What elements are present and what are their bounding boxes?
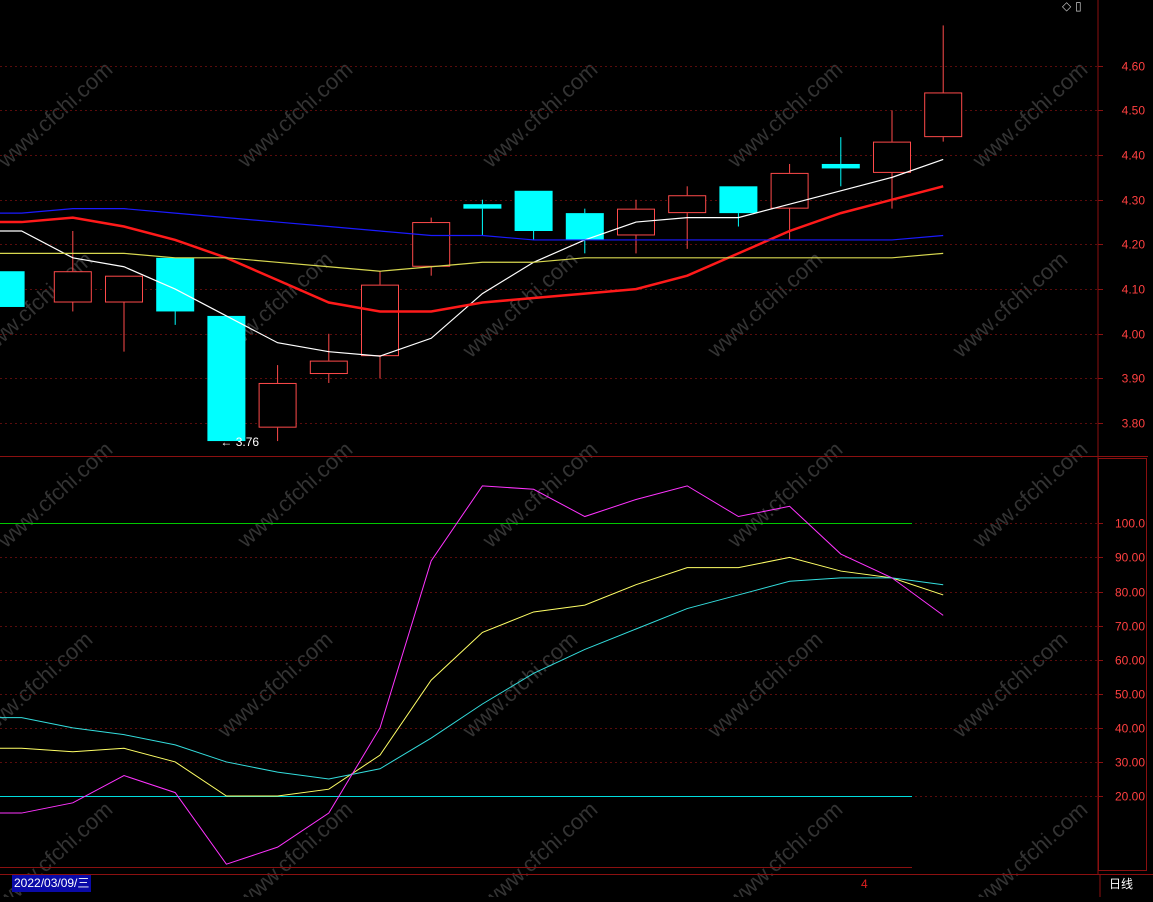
candle-body-up xyxy=(668,195,707,214)
kdj-line-k xyxy=(0,556,944,797)
candle-body-down xyxy=(821,163,860,169)
period-tab[interactable]: 日线 xyxy=(1109,876,1133,892)
stock-chart[interactable]: www.cfchi.com www.cfchi.com www.cfchi.com w… xyxy=(0,0,1153,902)
ma-line-blue xyxy=(0,208,944,241)
candle xyxy=(156,257,195,325)
indicator-tick-label: 100.0 xyxy=(1115,517,1145,531)
indicator-tick-label: 40.00 xyxy=(1115,722,1145,736)
price-tick-label: 4.50 xyxy=(1122,104,1146,118)
candle xyxy=(53,231,92,312)
candle xyxy=(514,190,553,240)
watermark-layer: www.cfchi.com www.cfchi.com www.cfchi.com w… xyxy=(0,56,1093,902)
indicator-tick-label: 50.00 xyxy=(1115,688,1145,702)
candle-body-up xyxy=(412,222,451,267)
candle xyxy=(361,271,399,379)
candle xyxy=(105,275,143,352)
watermark-text: www.cfchi.com xyxy=(232,796,358,897)
candle-body-down xyxy=(207,315,246,442)
watermark-text: www.cfchi.com xyxy=(0,436,117,553)
watermark-text: www.cfchi.com xyxy=(212,626,338,743)
watermark-text: www.cfchi.com xyxy=(0,626,97,743)
price-tick-label: 4.20 xyxy=(1122,238,1146,252)
candle-body-down xyxy=(156,257,195,312)
candle xyxy=(258,365,297,442)
watermark-text: www.cfchi.com xyxy=(722,436,848,553)
watermark-text: www.cfchi.com xyxy=(702,626,828,743)
watermark-text: www.cfchi.com xyxy=(702,246,828,363)
square-icon[interactable]: ▯ xyxy=(1075,0,1082,13)
price-tick-label: 4.60 xyxy=(1122,60,1146,74)
kdj-line-d xyxy=(0,577,944,780)
price-tick-label: 4.30 xyxy=(1122,194,1146,208)
kdj-lines xyxy=(0,485,944,865)
low-price-annotation: ← 3.76 xyxy=(220,435,259,449)
indicator-tick-label: 20.00 xyxy=(1115,790,1145,804)
candle-body-down xyxy=(463,204,502,209)
indicator-gridlines: 20.00 30.00 40.00 50.00 60.00 70.00 80.00 90.00… xyxy=(0,517,1145,804)
candle-body-up xyxy=(258,382,297,428)
price-tick-label: 4.00 xyxy=(1122,328,1146,342)
watermark-text: www.cfchi.com xyxy=(947,626,1073,743)
price-tick-label: 4.10 xyxy=(1122,283,1146,297)
candle-body-up xyxy=(770,172,809,209)
watermark-text: www.cfchi.com xyxy=(457,626,583,743)
candle xyxy=(0,271,25,307)
candle-body-up xyxy=(873,141,911,173)
price-tick-label: 3.90 xyxy=(1122,372,1146,386)
price-tick-label: 4.40 xyxy=(1122,149,1146,163)
candle-body-up xyxy=(53,271,92,303)
kdj-line-j xyxy=(0,485,944,865)
candle xyxy=(565,208,604,254)
chart-canvas[interactable]: www.cfchi.com www.cfchi.com www.cfchi.com w… xyxy=(0,0,1153,902)
candle xyxy=(873,110,911,209)
date-label: 2022/03/09/三 xyxy=(12,875,92,892)
candle xyxy=(463,199,502,236)
candle-body-up xyxy=(309,360,348,375)
watermark-text: www.cfchi.com xyxy=(232,436,358,553)
watermark-text: www.cfchi.com xyxy=(947,246,1073,363)
candle-body-up xyxy=(924,92,963,138)
watermark-text: www.cfchi.com xyxy=(477,796,603,897)
watermark-text: www.cfchi.com xyxy=(722,796,848,897)
month-marker: 4 xyxy=(861,877,868,891)
candle xyxy=(207,315,246,442)
candle-body-down xyxy=(719,186,758,214)
indicator-tick-label: 90.00 xyxy=(1115,551,1145,565)
candle xyxy=(309,333,348,383)
candle xyxy=(924,25,963,142)
toolbar-icons: ◇ ▯ xyxy=(1062,0,1082,12)
watermark-text: www.cfchi.com xyxy=(477,436,603,553)
watermark-text: www.cfchi.com xyxy=(967,436,1093,553)
candle-body-up xyxy=(105,275,143,303)
price-tick-label: 3.80 xyxy=(1122,417,1146,431)
candle-body-down xyxy=(0,271,25,307)
watermark-text: www.cfchi.com xyxy=(0,56,117,173)
candle xyxy=(821,137,860,187)
candle xyxy=(719,186,758,227)
watermark-text: www.cfchi.com xyxy=(967,796,1093,897)
candle xyxy=(770,163,809,240)
candle-body-down xyxy=(514,190,553,231)
indicator-tick-label: 30.00 xyxy=(1115,756,1145,770)
indicator-tick-label: 70.00 xyxy=(1115,620,1145,634)
indicator-tick-label: 60.00 xyxy=(1115,654,1145,668)
indicator-tick-label: 80.00 xyxy=(1115,586,1145,600)
candle-body-up xyxy=(361,284,399,357)
diamond-icon[interactable]: ◇ xyxy=(1062,0,1071,13)
